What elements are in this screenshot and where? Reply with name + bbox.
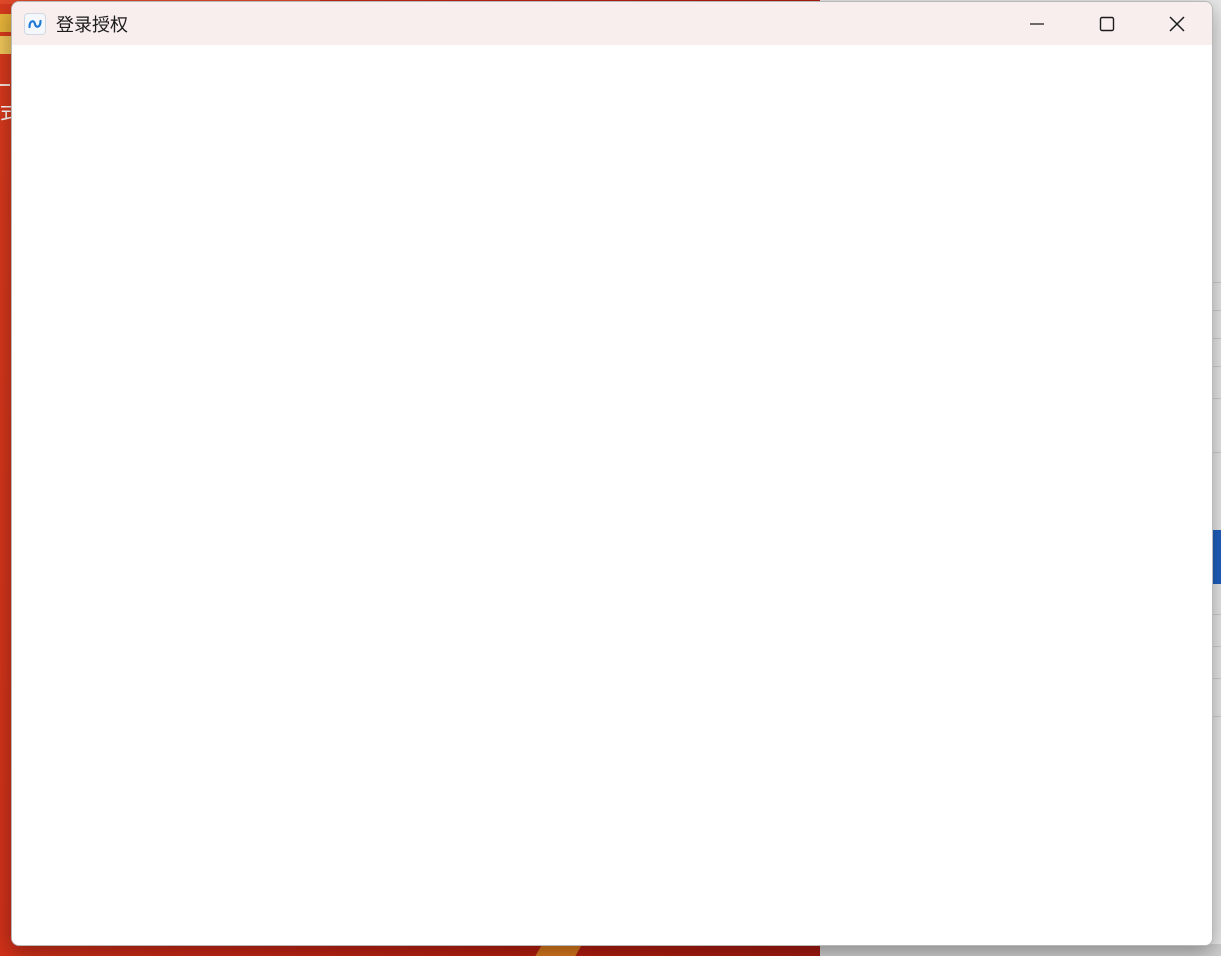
- close-button[interactable]: [1142, 2, 1212, 45]
- maximize-button[interactable]: [1072, 2, 1142, 45]
- window-controls: [1002, 2, 1212, 45]
- background-selected-row: [1212, 530, 1221, 584]
- maximize-icon: [1099, 16, 1115, 31]
- close-icon: [1169, 15, 1185, 32]
- minimize-icon: [1030, 22, 1044, 25]
- window-content-area: [12, 45, 1212, 945]
- window-title: 登录授权: [56, 14, 128, 36]
- minimize-button[interactable]: [1002, 2, 1072, 45]
- title-bar[interactable]: 登录授权: [12, 2, 1212, 45]
- login-authorization-window: 登录授权: [11, 1, 1213, 946]
- background-dash: [0, 84, 10, 86]
- app-logo-icon: [24, 12, 46, 35]
